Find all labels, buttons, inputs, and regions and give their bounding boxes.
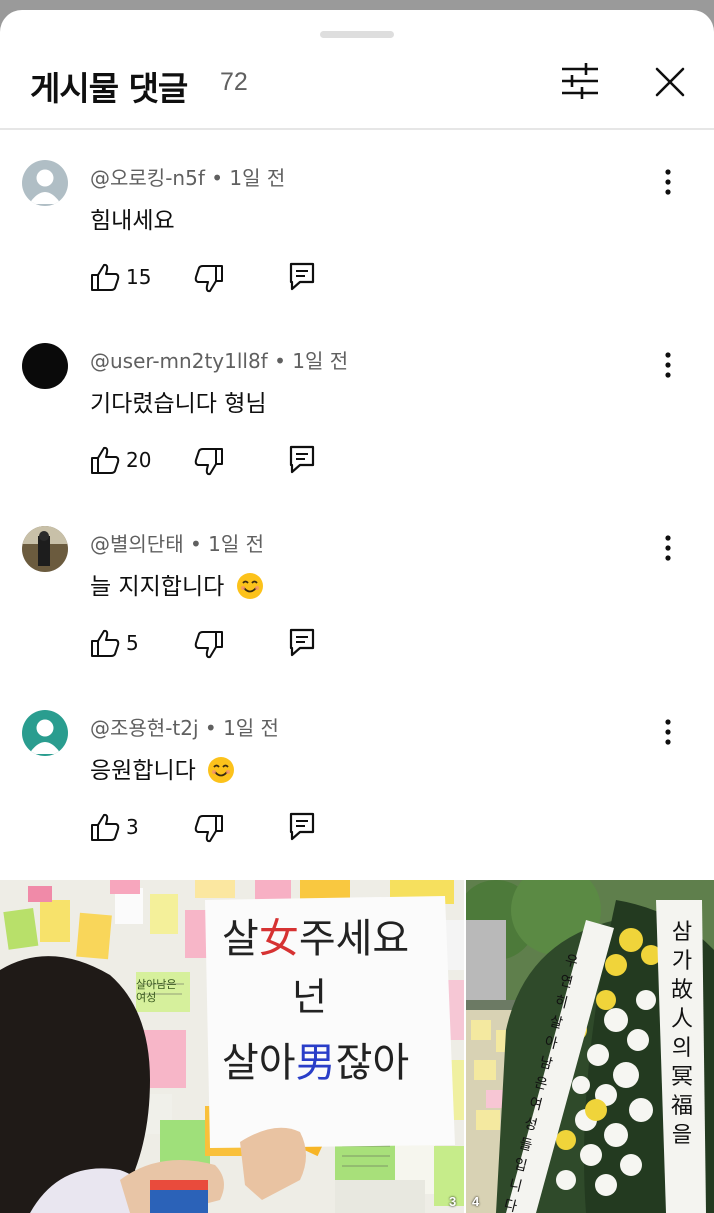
thumb-up-icon[interactable] xyxy=(90,628,120,658)
avatar[interactable] xyxy=(22,343,68,389)
more-vert-icon[interactable] xyxy=(656,164,680,200)
comment-time: 1일 전 xyxy=(208,532,265,556)
filter-button[interactable] xyxy=(558,63,602,99)
avatar[interactable] xyxy=(22,710,68,756)
reply-icon[interactable] xyxy=(288,627,316,657)
comment-author[interactable]: @별의단태 xyxy=(90,532,184,556)
sign-line-2: 넌 xyxy=(292,975,327,1019)
more-vert-icon[interactable] xyxy=(656,347,680,383)
comment-item: @별의단태 • 1일 전 늘 지지합니다 5 xyxy=(0,526,714,709)
reply-icon[interactable] xyxy=(288,811,316,841)
comment-item: @조용현-t2j • 1일 전 응원합니다 3 xyxy=(0,710,714,893)
more-vert-icon[interactable] xyxy=(656,530,680,566)
post-image[interactable]: 살女주세요 넌 살아男잖아 살아남은 여성 3 xyxy=(0,880,464,1213)
comment-time: 1일 전 xyxy=(292,349,349,373)
thumb-down-icon[interactable] xyxy=(194,814,224,844)
comment-item: @user-mn2ty1ll8f • 1일 전 기다렸습니다 형님 20 xyxy=(0,343,714,526)
avatar[interactable] xyxy=(22,160,68,206)
page-title: 게시물 댓글 xyxy=(30,69,188,108)
comment-time: 1일 전 xyxy=(223,716,279,740)
sign-line-1: 살女주세요 xyxy=(222,916,410,962)
smile-emoji xyxy=(236,573,263,599)
thumb-down-icon[interactable] xyxy=(194,264,224,294)
sheet-header: 게시물 댓글 72 xyxy=(0,10,714,130)
comment-author[interactable]: @오로킹-n5f xyxy=(90,166,205,190)
comment-text: 기다렸습니다 형님 xyxy=(90,391,267,417)
close-icon xyxy=(655,67,685,97)
sign-line-3: 살아男잖아 xyxy=(222,1040,410,1086)
comment-author[interactable]: @user-mn2ty1ll8f xyxy=(90,349,268,373)
thumb-up-icon[interactable] xyxy=(90,262,120,292)
comment-count: 72 xyxy=(220,68,248,96)
comment-item: @오로킹-n5f • 1일 전 힘내세요 15 xyxy=(0,160,714,343)
thumb-up-icon[interactable] xyxy=(90,445,120,475)
more-vert-icon[interactable] xyxy=(656,714,680,750)
like-count: 15 xyxy=(126,265,152,289)
like-count: 5 xyxy=(126,631,139,655)
reply-icon[interactable] xyxy=(288,444,316,474)
comment-text: 응원합니다 xyxy=(90,751,235,785)
close-button[interactable] xyxy=(650,62,690,102)
like-count: 3 xyxy=(126,815,139,839)
comment-meta: @오로킹-n5f • 1일 전 xyxy=(90,166,286,190)
post-image[interactable]: 삼가 故人의 冥福을 우연히 살아남은 여성들입니다 4 xyxy=(466,880,714,1213)
image-index-badge: 3 xyxy=(449,1194,457,1209)
avatar[interactable] xyxy=(22,526,68,572)
comment-author[interactable]: @조용현-t2j xyxy=(90,716,199,740)
comments-sheet: 게시물 댓글 72 @오로킹-n5f • 1일 전 힘내세요 15 @user-… xyxy=(0,10,714,1213)
comment-time: 1일 전 xyxy=(229,166,286,190)
thumb-up-icon[interactable] xyxy=(90,812,120,842)
smile-emoji xyxy=(208,757,235,783)
thumb-down-icon[interactable] xyxy=(194,630,224,660)
comment-meta: @별의단태 • 1일 전 xyxy=(90,532,265,556)
thumb-down-icon[interactable] xyxy=(194,447,224,477)
like-count: 20 xyxy=(126,448,152,472)
sticky-note-text: 살아남은 여성 xyxy=(136,978,177,1004)
ribbon-right-text: 삼가 故人의 冥福을 xyxy=(671,920,694,1148)
filter-icon xyxy=(562,63,598,99)
comment-meta: @조용현-t2j • 1일 전 xyxy=(90,716,279,740)
comment-meta: @user-mn2ty1ll8f • 1일 전 xyxy=(90,349,349,373)
comment-text: 힘내세요 xyxy=(90,208,175,234)
image-index-badge: 4 xyxy=(472,1194,480,1209)
reply-icon[interactable] xyxy=(288,261,316,291)
comment-text: 늘 지지합니다 xyxy=(90,567,264,601)
